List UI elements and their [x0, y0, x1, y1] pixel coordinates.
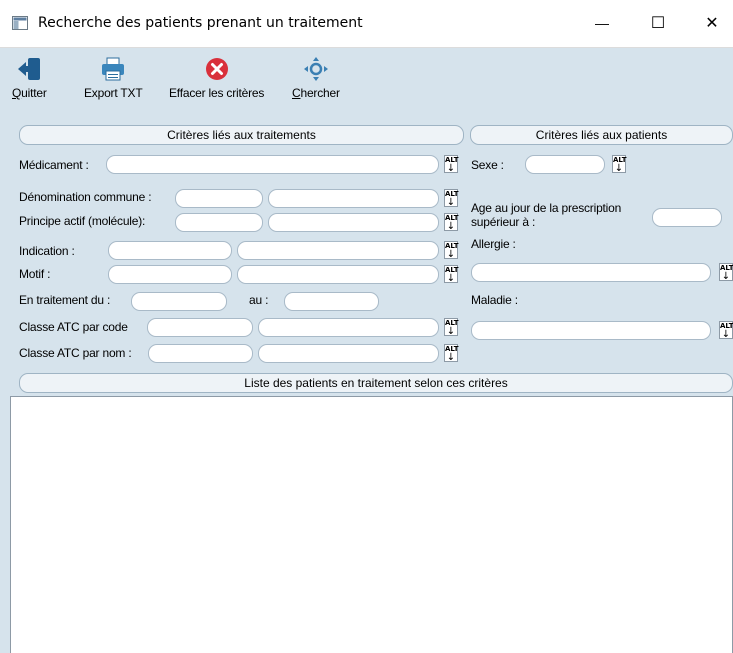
alt-button-principe[interactable]: ALT ↓: [444, 213, 459, 232]
denomination-label: Dénomination commune :: [19, 190, 152, 204]
atc-code-field[interactable]: [147, 318, 253, 337]
clear-criteria-button[interactable]: Effacer les critères: [169, 56, 264, 100]
alt-button-medicament[interactable]: ALT ↓: [444, 155, 459, 174]
alt-button-maladie[interactable]: ALT ↓: [719, 321, 733, 340]
indication-name-field[interactable]: [237, 241, 439, 260]
results-list[interactable]: [10, 396, 733, 653]
printer-icon: [102, 57, 125, 81]
en-traitement-label: En traitement du :: [19, 293, 111, 307]
date-to-field[interactable]: [284, 292, 379, 311]
allergie-field[interactable]: [471, 263, 711, 282]
export-txt-label: Export TXT: [84, 86, 143, 100]
search-icon: [303, 57, 328, 81]
maximize-icon: ☐: [650, 15, 666, 32]
section-treatment-criteria: Critères liés aux traitements: [19, 125, 464, 145]
alt-button-atc-code[interactable]: ALT ↓: [444, 318, 459, 337]
export-txt-button[interactable]: Export TXT: [84, 56, 143, 100]
search-button[interactable]: Chercher: [292, 56, 340, 100]
exit-icon: [18, 58, 41, 80]
sexe-field[interactable]: [525, 155, 605, 174]
clear-icon: [205, 58, 228, 80]
alt-button-allergie[interactable]: ALT ↓: [719, 263, 733, 282]
section-patient-label: Critères liés aux patients: [535, 128, 668, 142]
atc-code-label: Classe ATC par code: [19, 320, 128, 334]
sexe-label: Sexe :: [471, 158, 504, 172]
section-patient-list-label: Liste des patients en traitement selon c…: [244, 376, 508, 390]
motif-label: Motif :: [19, 267, 51, 281]
minimize-icon: —: [595, 15, 609, 31]
window-title: Recherche des patients prenant un traite…: [38, 15, 363, 31]
age-field[interactable]: [652, 208, 722, 227]
date-from-field[interactable]: [131, 292, 227, 311]
indication-code-field[interactable]: [108, 241, 232, 260]
close-icon: ✕: [705, 15, 719, 32]
quit-label: uitter: [21, 86, 47, 100]
search-label: hercher: [300, 86, 340, 100]
atc-nom-label: Classe ATC par nom :: [19, 346, 132, 360]
alt-button-indication[interactable]: ALT ↓: [444, 241, 459, 260]
motif-name-field[interactable]: [237, 265, 439, 284]
age-label-line1: Age au jour de la prescription: [471, 201, 622, 215]
maladie-field[interactable]: [471, 321, 711, 340]
section-patient-list: Liste des patients en traitement selon c…: [19, 373, 733, 393]
age-label-line2: supérieur à :: [471, 215, 536, 229]
alt-button-sexe[interactable]: ALT ↓: [612, 155, 627, 174]
denomination-name-field[interactable]: [268, 189, 439, 208]
alt-button-atc-nom[interactable]: ALT ↓: [444, 344, 459, 363]
medicament-label: Médicament :: [19, 158, 89, 172]
alt-button-denomination[interactable]: ALT ↓: [444, 189, 459, 208]
principe-label: Principe actif (molécule):: [19, 214, 146, 228]
allergie-label: Allergie :: [471, 237, 516, 251]
minimize-button[interactable]: —: [580, 8, 624, 38]
principe-code-field[interactable]: [175, 213, 263, 232]
section-treatment-label: Critères liés aux traitements: [167, 128, 316, 142]
quit-accesskey: Q: [12, 86, 22, 100]
close-button[interactable]: ✕: [690, 8, 733, 38]
principe-name-field[interactable]: [268, 213, 439, 232]
app-icon: [12, 16, 28, 30]
denomination-code-field[interactable]: [175, 189, 263, 208]
title-bar[interactable]: Recherche des patients prenant un traite…: [0, 0, 733, 48]
atc-nom-field[interactable]: [258, 344, 439, 363]
alt-button-motif[interactable]: ALT ↓: [444, 265, 459, 284]
atc-nom-code-field[interactable]: [148, 344, 253, 363]
au-label: au :: [249, 293, 269, 307]
atc-code-name-field[interactable]: [258, 318, 439, 337]
clear-criteria-label: Effacer les critères: [169, 86, 265, 100]
maximize-button[interactable]: ☐: [636, 8, 680, 38]
motif-code-field[interactable]: [108, 265, 232, 284]
section-patient-criteria: Critères liés aux patients: [470, 125, 733, 145]
quit-button[interactable]: Quitter: [12, 56, 47, 100]
medicament-field[interactable]: [106, 155, 439, 174]
indication-label: Indication :: [19, 244, 75, 258]
maladie-label: Maladie :: [471, 293, 518, 307]
